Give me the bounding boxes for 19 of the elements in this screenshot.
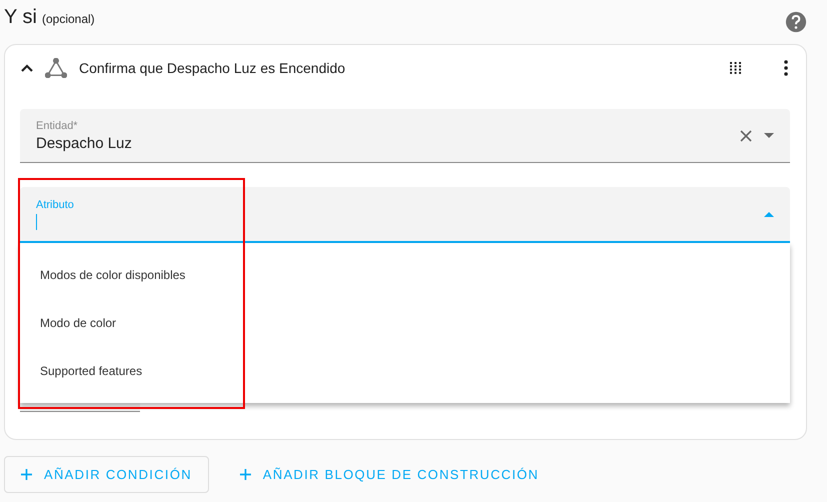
menu-option[interactable]: Modo de color <box>20 299 790 347</box>
optional-note: (opcional) <box>42 12 95 26</box>
section-title: Y si <box>4 6 37 29</box>
condition-title: Confirma que Despacho Luz es Encendido <box>79 60 346 76</box>
drag-handle-icon[interactable] <box>730 62 742 74</box>
field-value: Despacho Luz <box>36 134 133 152</box>
more-icon[interactable] <box>784 60 788 76</box>
menu-option[interactable]: Supported features <box>20 347 790 395</box>
menu-option[interactable]: Modos de color disponibles <box>20 251 790 299</box>
entity-field[interactable]: Entidad* Despacho Luz <box>20 109 790 163</box>
chevron-icon[interactable] <box>21 64 33 72</box>
network-icon <box>45 58 67 78</box>
field-label: Entidad* <box>36 120 79 132</box>
help-icon[interactable] <box>785 11 807 33</box>
plus-icon <box>240 469 251 480</box>
plus-icon <box>21 469 32 480</box>
field-label: Atributo <box>36 198 75 210</box>
close-icon[interactable] <box>740 130 752 142</box>
dropdown-icon[interactable] <box>764 133 774 138</box>
